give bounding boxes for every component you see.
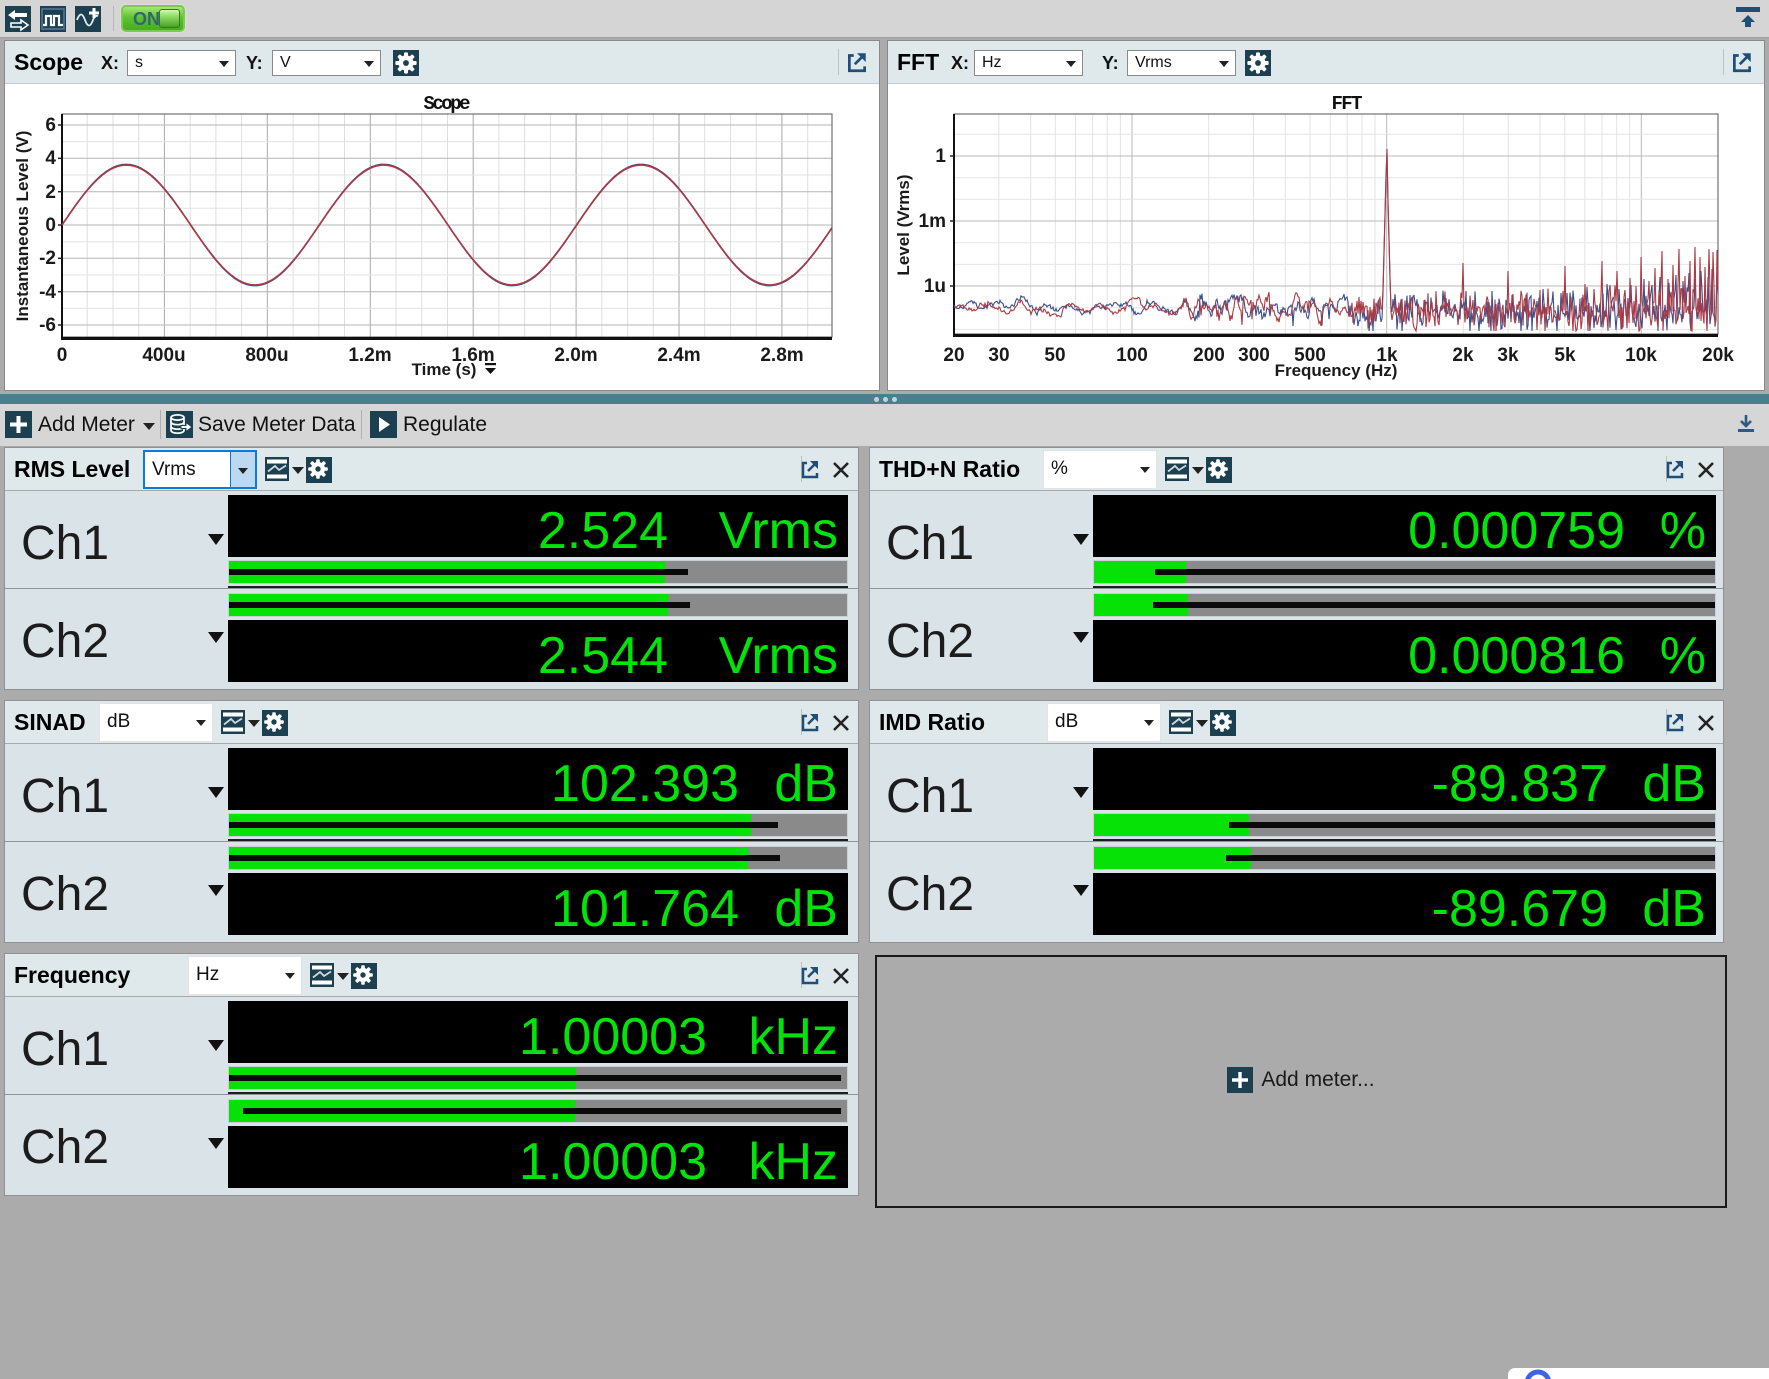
svg-text:400u: 400u <box>142 345 185 366</box>
svg-text:300: 300 <box>1238 345 1270 366</box>
svg-text:Instantaneous Level (V): Instantaneous Level (V) <box>13 131 32 322</box>
svg-text:-6: -6 <box>39 315 56 336</box>
svg-text:2.8m: 2.8m <box>760 345 803 366</box>
svg-text:2k: 2k <box>1452 345 1474 366</box>
svg-text:0: 0 <box>45 215 56 236</box>
svg-text:4: 4 <box>45 148 56 169</box>
svg-text:3k: 3k <box>1497 345 1519 366</box>
svg-text:-4: -4 <box>39 282 56 303</box>
svg-text:20: 20 <box>943 345 964 366</box>
svg-text:10k: 10k <box>1625 345 1657 366</box>
svg-text:20k: 20k <box>1702 345 1734 366</box>
svg-text:Scope: Scope <box>424 93 471 115</box>
svg-text:50: 50 <box>1044 345 1065 366</box>
svg-text:Level (Vrms): Level (Vrms) <box>894 174 913 275</box>
svg-text:FFT: FFT <box>1332 93 1363 115</box>
svg-text:6: 6 <box>45 115 56 136</box>
svg-text:1: 1 <box>935 146 946 167</box>
svg-text:5k: 5k <box>1554 345 1576 366</box>
svg-text:800u: 800u <box>245 345 288 366</box>
svg-text:2.0m: 2.0m <box>554 345 597 366</box>
svg-text:2: 2 <box>45 182 56 203</box>
svg-text:0: 0 <box>57 345 68 366</box>
svg-text:-2: -2 <box>39 248 56 269</box>
svg-text:Frequency (Hz): Frequency (Hz) <box>1275 361 1398 380</box>
svg-text:30: 30 <box>988 345 1009 366</box>
svg-text:1.2m: 1.2m <box>348 345 391 366</box>
svg-text:100: 100 <box>1116 345 1148 366</box>
svg-text:1m: 1m <box>919 211 946 232</box>
svg-text:1u: 1u <box>924 276 946 297</box>
svg-text:2.4m: 2.4m <box>657 345 700 366</box>
svg-text:Time (s): Time (s) <box>412 360 477 379</box>
svg-text:200: 200 <box>1193 345 1225 366</box>
